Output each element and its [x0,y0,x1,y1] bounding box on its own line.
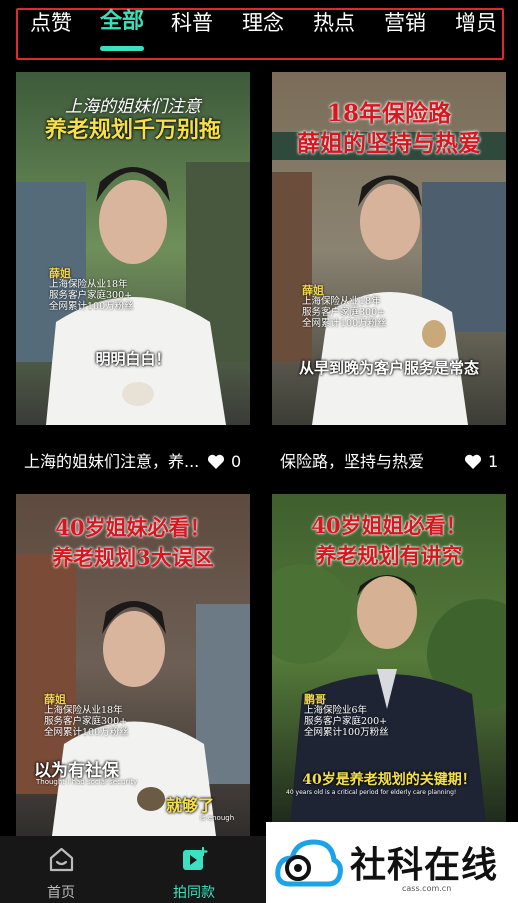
presenter-info: 薛姐 上海保险从业18年 服务客户家庭300+ 全网累计100万粉丝 [44,694,129,738]
tab-linian[interactable]: 理念 [242,10,284,36]
heart-icon [207,454,225,469]
presenter-name: 鹏哥 [304,693,326,706]
nav-home-label: 首页 [47,885,75,901]
watermark-text: 社科在线 [350,845,499,886]
video-plus-icon [183,846,208,870]
tab-zengyuan[interactable]: 增员 [455,10,497,36]
info-line: 全网累计100万粉丝 [49,301,134,312]
info-line: 全网累计100万粉丝 [302,318,387,329]
cloud-logo-icon [275,839,343,887]
video-card-4[interactable]: 40岁姐姐必看！ 养老规划有讲究 鹏哥 上海保险业6年 服务客户家庭200+ 全… [272,494,506,824]
bottom-navigation: 首页 拍同款 [0,836,266,903]
info-line: 上海保险从业18年 [44,705,123,716]
video-caption-2: 就够了 [166,796,215,815]
info-line: 服务客户家庭300+ [49,290,133,301]
overlay-title-main: 养老规划有讲究 [315,543,463,568]
video-card-2[interactable]: 18年保险路 薛姐的坚持与热爱 薛姐 上海保险从业18年 服务客户家庭300+ … [272,72,506,425]
overlay-title-main: 养老规划千万别拖 [44,117,221,143]
video-description-2[interactable]: 保险路，坚持与热爱 [280,452,424,472]
info-line: 服务客户家庭200+ [304,716,388,727]
presenter-name: 薛姐 [302,284,324,297]
nav-home[interactable]: 首页 [11,836,111,903]
like-count-1[interactable]: 0 [207,452,241,472]
video-caption: 从早到晚为客户服务是常态 [298,359,479,377]
info-line: 全网累计100万粉丝 [304,727,389,738]
info-line: 全网累计100万粉丝 [44,727,129,738]
overlay-title-main: 薛姐的坚持与热爱 [297,130,481,157]
active-tab-indicator [100,46,144,51]
video-description-1[interactable]: 上海的姐妹们注意，养... [24,452,199,472]
overlay-title-top: 40岁姐妹必看！ [55,515,211,540]
caption-subtitle: Thought I had social security [36,778,138,786]
tab-dianzan[interactable]: 点赞 [30,10,72,36]
info-line: 上海保险业6年 [304,705,368,716]
presenter-info: 鹏哥 上海保险业6年 服务客户家庭200+ 全网累计100万粉丝 [304,694,389,738]
video-card-1[interactable]: 上海的姐妹们注意 养老规划千万别拖 薛姐 上海保险从业18年 服务客户家庭300… [16,72,250,425]
video-caption: 40岁是养老规划的关键期！ [302,772,476,788]
heart-icon [464,454,482,469]
overlay-title-top: 40岁姐姐必看！ [311,513,467,538]
info-line: 服务客户家庭300+ [302,307,386,318]
overlay-title-main: 养老规划3大误区 [52,545,214,570]
like-count: 0 [231,452,242,471]
tab-kepu[interactable]: 科普 [171,10,213,36]
like-count-2[interactable]: 1 [464,452,498,472]
overlay-title-top: 18年保险路 [326,100,451,127]
presenter-name: 薛姐 [49,267,71,280]
watermark-url: cass.com.cn [402,884,452,893]
caption-subtitle-2: is enough [200,814,235,822]
tab-yingxiao[interactable]: 营销 [384,10,426,36]
presenter-info: 薛姐 上海保险从业18年 服务客户家庭300+ 全网累计100万粉丝 [302,285,387,329]
info-line: 服务客户家庭300+ [44,716,128,727]
caption-subtitle: 40 years old is a critical period for el… [286,789,457,796]
video-caption: 明明白白！ [95,350,171,368]
home-icon [49,847,74,872]
presenter-info: 薛姐 上海保险从业18年 服务客户家庭300+ 全网累计100万粉丝 [49,268,134,312]
info-line: 上海保险从业18年 [302,296,381,307]
video-card-3[interactable]: 40岁姐妹必看！ 养老规划3大误区 薛姐 上海保险从业18年 服务客户家庭300… [16,494,250,836]
nav-shoot-same-label: 拍同款 [173,885,215,901]
tab-redian[interactable]: 热点 [313,10,355,36]
info-line: 上海保险从业18年 [49,279,128,290]
presenter-name: 薛姐 [44,693,66,706]
watermark: 社科在线 cass.com.cn [266,822,518,903]
nav-shoot-same[interactable]: 拍同款 [144,836,244,903]
like-count: 1 [488,452,499,471]
tab-all[interactable]: 全部 [100,9,144,35]
